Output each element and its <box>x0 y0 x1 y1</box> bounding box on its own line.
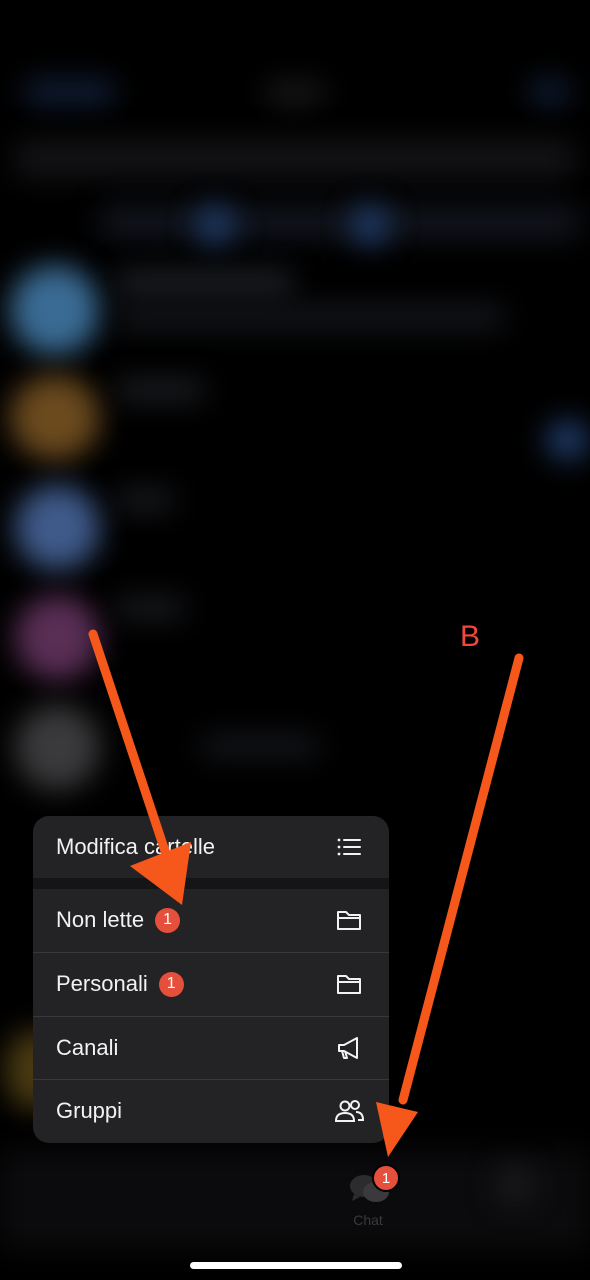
chat-unread-badge: 1 <box>372 1164 400 1192</box>
menu-item-non-lette[interactable]: Non lette 1 <box>33 889 389 951</box>
blurred-avatar-4 <box>15 595 100 680</box>
menu-item-label: Modifica cartelle <box>56 834 215 859</box>
menu-item-modifica-cartelle[interactable]: Modifica cartelle <box>33 816 389 878</box>
blurred-avatar-2 <box>10 375 100 460</box>
folder-icon <box>337 975 361 994</box>
blurred-header-right <box>530 80 570 104</box>
blurred-tab-dot-1 <box>195 205 235 245</box>
tab-chat[interactable]: 1 Chat <box>340 1164 400 1234</box>
blurred-avatar-3 <box>15 485 100 570</box>
tab-label-chat: Chat <box>353 1212 383 1228</box>
unread-badge: 1 <box>155 907 181 933</box>
blurred-tab-dot-2 <box>350 205 390 245</box>
blurred-search-bar <box>15 140 575 178</box>
blurred-unread-dot <box>545 420 590 460</box>
home-indicator[interactable] <box>190 1262 402 1269</box>
blurred-tab-icon-right <box>495 1165 535 1205</box>
blurred-avatar-1 <box>10 265 100 355</box>
menu-item-label: Gruppi <box>56 1098 123 1123</box>
folder-icon <box>337 911 361 930</box>
blurred-filter-tabs <box>100 205 580 239</box>
menu-item-canali[interactable]: Canali <box>33 1017 389 1079</box>
blurred-row-1-sub <box>115 305 505 329</box>
menu-item-gruppi[interactable]: Gruppi <box>33 1080 389 1142</box>
list-icon <box>337 838 361 856</box>
menu-item-label: Personali <box>56 971 148 996</box>
blurred-row-5-sub <box>200 735 320 757</box>
blurred-row-1-text <box>115 272 295 294</box>
blurred-row-4-text <box>115 598 185 618</box>
blurred-row-2-text <box>115 380 205 400</box>
folders-context-menu: Modifica cartelle Non lette 1 Personali … <box>33 816 389 1143</box>
blurred-avatar-5 <box>15 705 100 790</box>
blurred-row-3-text <box>115 490 175 510</box>
menu-item-personali[interactable]: Personali 1 <box>33 953 389 1015</box>
people-icon <box>334 1100 365 1122</box>
annotation-label-b: B <box>460 620 481 653</box>
blurred-header-left <box>25 80 115 104</box>
megaphone-icon <box>338 1037 358 1059</box>
menu-item-label: Canali <box>56 1035 119 1060</box>
menu-item-label: Non lette <box>56 907 145 932</box>
menu-section-divider <box>33 878 389 889</box>
blurred-header-title <box>265 82 325 104</box>
unread-badge: 1 <box>158 971 184 997</box>
